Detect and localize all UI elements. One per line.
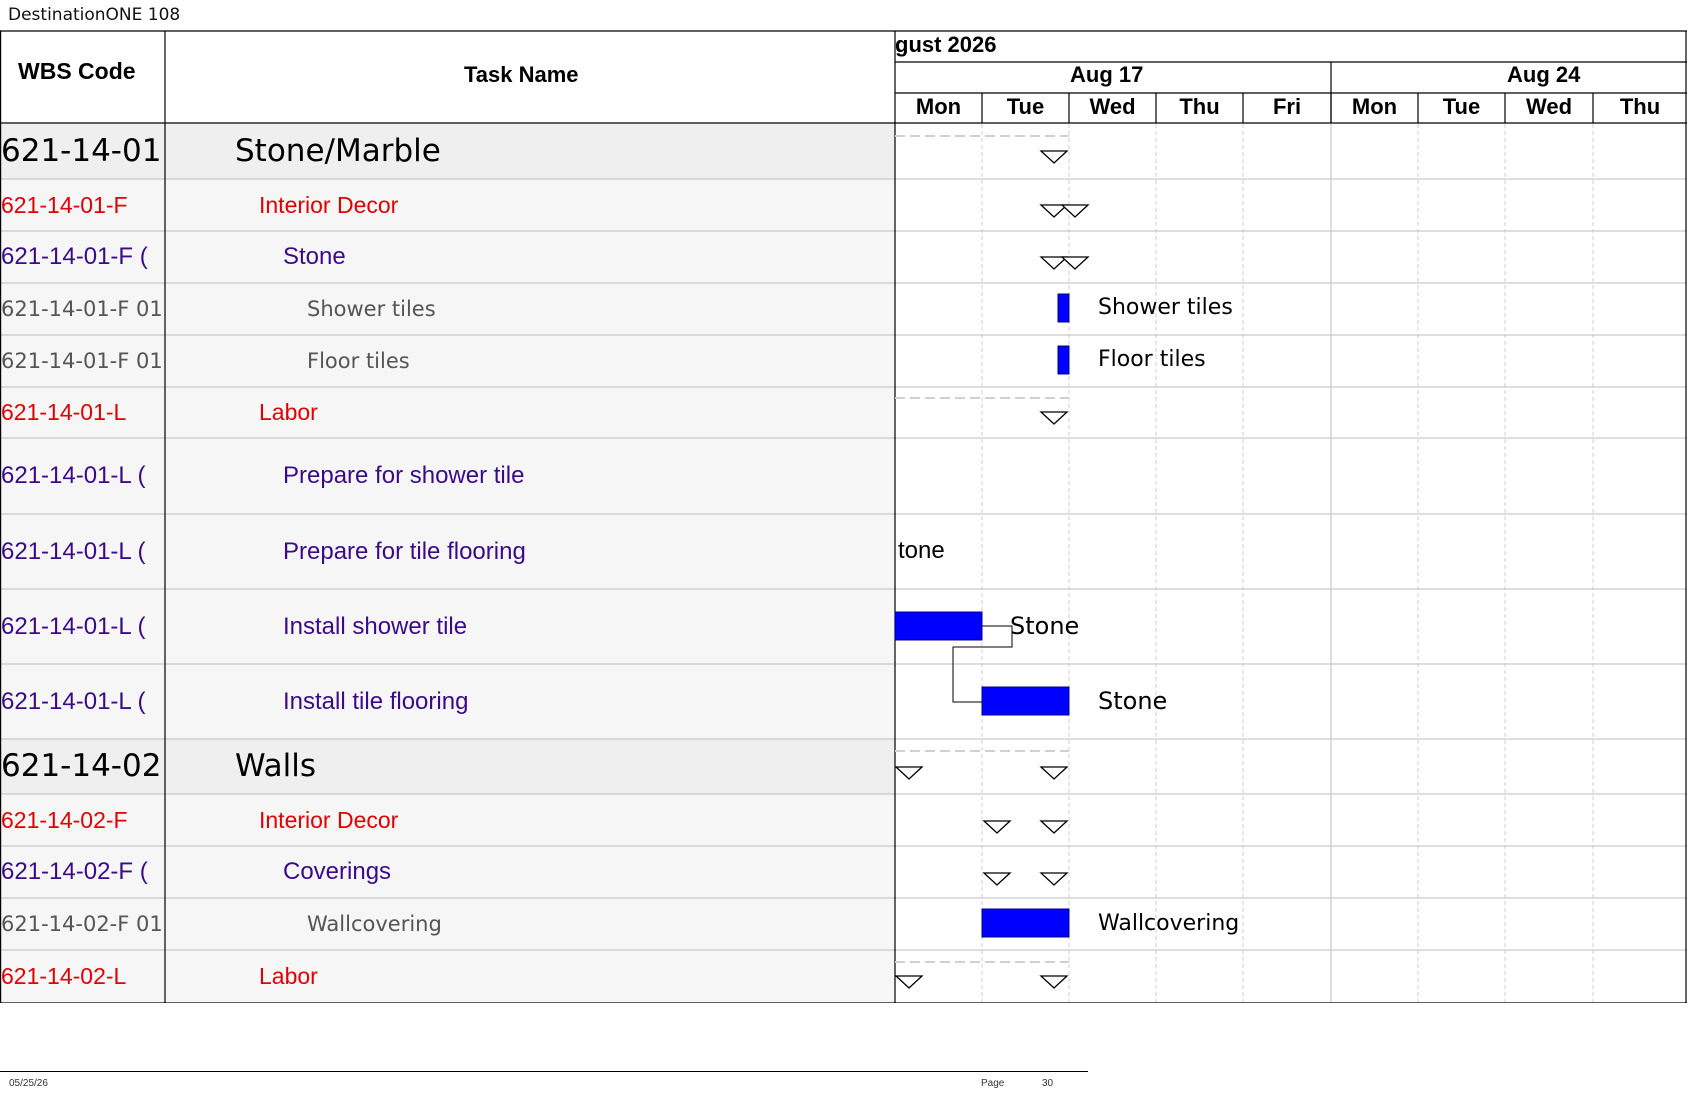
task-name-cell[interactable]: Interior Decor xyxy=(259,794,891,846)
bar-label-install-shower: Stone xyxy=(1010,612,1080,640)
summary-marker-icon xyxy=(1039,872,1069,886)
task-bar xyxy=(894,611,983,641)
wbs-code-cell[interactable]: 621-14-01-L ( xyxy=(1,514,165,589)
timeline-day: Mon xyxy=(1351,94,1398,119)
summary-marker-icon xyxy=(1060,256,1090,270)
timeline-day: Thu xyxy=(1179,94,1220,119)
timeline-day: Thu xyxy=(1619,94,1661,119)
task-name-cell[interactable]: Wallcovering xyxy=(307,898,891,950)
wbs-code-cell[interactable]: 621-14-01-L ( xyxy=(1,664,165,739)
bar-label-shower-tiles: Shower tiles xyxy=(1098,295,1233,320)
wbs-code-cell[interactable]: 621-14-01-F 01 xyxy=(1,283,165,335)
task-name-cell[interactable]: Labor xyxy=(259,387,891,438)
timeline-day: Fri xyxy=(1272,94,1302,119)
bar-label-floor-tiles: Floor tiles xyxy=(1098,347,1206,372)
task-name-cell[interactable]: Floor tiles xyxy=(307,335,891,387)
summary-marker-icon xyxy=(982,872,1012,886)
column-header-task[interactable]: Task Name xyxy=(464,62,579,88)
summary-marker-icon xyxy=(894,975,924,989)
timeline-day: Wed xyxy=(1525,94,1573,119)
task-name-cell[interactable]: Shower tiles xyxy=(307,283,891,335)
timeline-day: Tue xyxy=(1006,94,1045,119)
wbs-code-cell[interactable]: 621-14-02-F 01 xyxy=(1,898,165,950)
task-name-cell[interactable]: Prepare for shower tile xyxy=(283,438,891,514)
summary-marker-icon xyxy=(1039,150,1069,164)
footer-page-number: 30 xyxy=(1042,1078,1054,1089)
wbs-code-cell[interactable]: 621-14-01-F 01 xyxy=(1,335,165,387)
wbs-code-cell[interactable]: 621-14-01 xyxy=(1,124,165,179)
task-name-cell[interactable]: Install shower tile xyxy=(283,589,891,664)
column-header-wbs[interactable]: WBS Code xyxy=(18,58,136,85)
summary-marker-icon xyxy=(1039,975,1069,989)
timeline-week-1: Aug 17 xyxy=(1070,62,1144,87)
timeline-day: Mon xyxy=(915,94,962,119)
timeline-day: Wed xyxy=(1089,94,1136,119)
task-bar xyxy=(981,686,1070,716)
timeline-day: Tue xyxy=(1442,94,1481,119)
wbs-code-cell[interactable]: 621-14-01-F ( xyxy=(1,231,165,283)
task-name-cell[interactable]: Stone/Marble xyxy=(235,124,891,179)
bar-label-prep-flooring: tone xyxy=(898,537,945,564)
bar-label-install-flooring: Stone xyxy=(1098,687,1168,715)
wbs-code-cell[interactable]: 621-14-02-F xyxy=(1,794,165,846)
footer-rule xyxy=(0,1071,1088,1072)
task-name-cell[interactable]: Prepare for tile flooring xyxy=(283,514,891,589)
summary-marker-icon xyxy=(1039,820,1069,834)
summary-marker-icon xyxy=(1060,204,1090,218)
task-bar xyxy=(1057,345,1070,375)
wbs-code-cell[interactable]: 621-14-01-L xyxy=(1,387,165,438)
wbs-code-cell[interactable]: 621-14-01-L ( xyxy=(1,438,165,514)
summary-marker-icon xyxy=(1039,766,1069,780)
summary-marker-icon xyxy=(982,820,1012,834)
wbs-code-cell[interactable]: 621-14-02 xyxy=(1,739,165,794)
wbs-code-cell[interactable]: 621-14-02-L xyxy=(1,950,165,1003)
task-name-cell[interactable]: Coverings xyxy=(283,846,891,898)
timeline-month: gust 2026 xyxy=(895,32,997,57)
footer-date: 05/25/26 xyxy=(9,1078,48,1089)
summary-marker-icon xyxy=(894,766,924,780)
document-title: DestinationONE 108 xyxy=(8,5,181,25)
timeline-week-2: Aug 24 xyxy=(1507,62,1581,87)
task-name-cell[interactable]: Interior Decor xyxy=(259,179,891,231)
task-bar xyxy=(1057,293,1070,323)
task-name-cell[interactable]: Stone xyxy=(283,231,891,283)
wbs-code-cell[interactable]: 621-14-02-F ( xyxy=(1,846,165,898)
task-name-cell[interactable]: Walls xyxy=(235,739,891,794)
wbs-code-cell[interactable]: 621-14-01-F xyxy=(1,179,165,231)
wbs-code-cell[interactable]: 621-14-01-L ( xyxy=(1,589,165,664)
task-name-cell[interactable]: Install tile flooring xyxy=(283,664,891,739)
footer-page-label: Page xyxy=(981,1078,1005,1089)
task-name-cell[interactable]: Labor xyxy=(259,950,891,1003)
bar-label-wallcovering: Wallcovering xyxy=(1098,911,1240,936)
task-bar xyxy=(981,908,1070,938)
summary-marker-icon xyxy=(1039,411,1069,425)
